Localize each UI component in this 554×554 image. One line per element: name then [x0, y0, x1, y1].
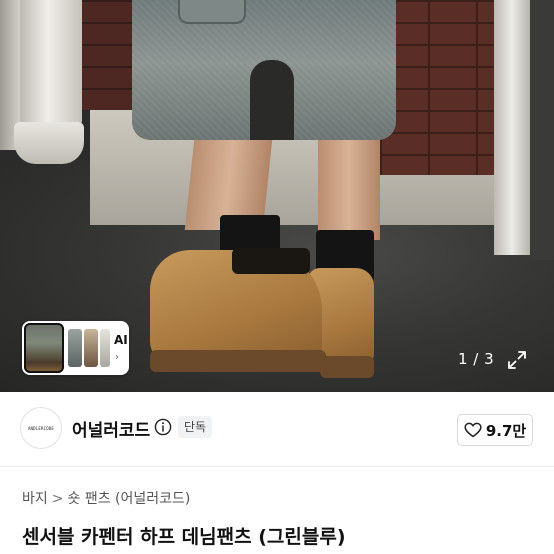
shop-name[interactable]: 어널러코드: [72, 416, 150, 441]
exclusive-badge: 단독: [178, 416, 213, 438]
chevron-right-icon: ›: [115, 352, 119, 363]
breadcrumb-item[interactable]: 바지: [22, 491, 48, 507]
ai-label: AI: [114, 333, 128, 347]
photo-sole-right: [320, 356, 374, 378]
photo-leg-right: [318, 128, 380, 240]
thumbnail-item[interactable]: [84, 329, 98, 367]
shop-avatar-text: ANDLERCODE: [27, 425, 55, 431]
shop-avatar[interactable]: ANDLERCODE: [20, 407, 62, 449]
photo-pipe-elbow: [14, 122, 84, 164]
photo-post-right: [494, 0, 530, 255]
info-icon[interactable]: [154, 418, 172, 436]
product-image[interactable]: AI › 1 / 3: [0, 0, 554, 392]
photo-shorts-gap: [250, 60, 294, 140]
photo-sole-left: [150, 350, 326, 372]
section-divider: [0, 466, 554, 467]
photo-boot-collar: [232, 248, 310, 274]
thumbnail-strip[interactable]: AI ›: [22, 321, 129, 375]
photo-edge-right: [530, 0, 554, 260]
thumbnail-item[interactable]: [100, 329, 110, 367]
like-count: 9.7만: [485, 421, 527, 440]
heart-outline-icon: [464, 422, 482, 438]
breadcrumb-separator: >: [51, 491, 64, 507]
thumbnail-item[interactable]: [68, 329, 82, 367]
breadcrumb: 바지 > 숏 팬츠 (어널러코드): [22, 488, 190, 508]
photo-shorts-pocket: [178, 0, 246, 24]
thumbnail-current[interactable]: [24, 323, 64, 373]
product-title: 센서블 카펜터 하프 데님팬츠 (그린블루): [22, 526, 346, 548]
expand-icon[interactable]: [508, 351, 526, 369]
photo-bricks: [380, 0, 500, 175]
photo-bricks-left: [80, 0, 140, 110]
image-pager: 1 / 3: [458, 350, 495, 368]
like-button[interactable]: 9.7만: [457, 414, 533, 446]
photo-pipe: [20, 0, 82, 130]
seller-row: ANDLERCODE 어널러코드 단독 9.7만: [0, 392, 554, 466]
breadcrumb-item[interactable]: 숏 팬츠 (어널러코드): [68, 491, 191, 507]
